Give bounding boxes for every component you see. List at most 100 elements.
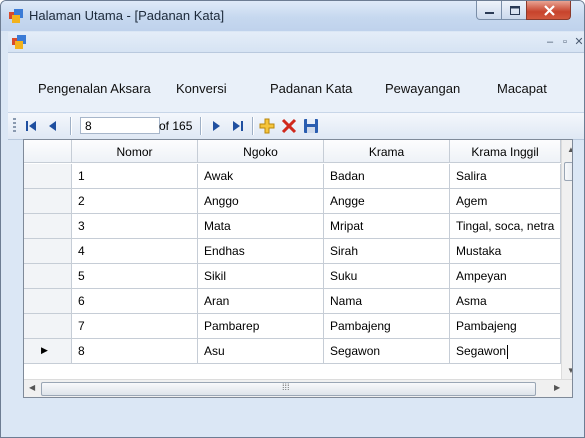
cell-krama-inggil[interactable]: Agem — [450, 189, 561, 214]
cell-krama-inggil[interactable]: Mustaka — [450, 239, 561, 264]
toolbar-separator — [252, 117, 253, 135]
cell-krama-inggil[interactable]: Ampeyan — [450, 264, 561, 289]
menu-macapat[interactable]: Macapat — [497, 81, 547, 96]
menu-pengenalan-aksara[interactable]: Pengenalan Aksara — [38, 81, 151, 96]
cell-ngoko[interactable]: Endhas — [198, 239, 324, 264]
cell-krama[interactable]: Segawon — [324, 339, 450, 364]
child-form-icon — [12, 35, 26, 49]
cell-krama[interactable]: Suku — [324, 264, 450, 289]
cell-krama[interactable]: Nama — [324, 289, 450, 314]
horizontal-scrollbar[interactable]: ◀ ⁞⁞⁞ ▶ — [24, 379, 572, 397]
row-header[interactable] — [24, 239, 72, 264]
position-input[interactable] — [80, 117, 160, 134]
menu-pewayangan[interactable]: Pewayangan — [385, 81, 460, 96]
row-header[interactable] — [24, 189, 72, 214]
last-record-icon[interactable] — [229, 117, 247, 135]
cell-ngoko[interactable]: Mata — [198, 214, 324, 239]
cell-text: Asma — [456, 294, 487, 308]
cell-krama-inggil[interactable]: Salira — [450, 164, 561, 189]
cell-nomor[interactable]: 6 — [72, 289, 198, 314]
menu-padanan-kata[interactable]: Padanan Kata — [270, 81, 352, 96]
row-header-corner[interactable] — [24, 140, 72, 163]
table-row[interactable]: 2 Anggo Angge Agem — [24, 189, 561, 214]
column-header-ngoko[interactable]: Ngoko — [198, 140, 324, 163]
previous-record-icon[interactable] — [44, 117, 62, 135]
cell-nomor[interactable]: 1 — [72, 164, 198, 189]
scroll-up-icon[interactable]: ▲ — [567, 145, 572, 154]
add-record-icon[interactable] — [258, 117, 276, 135]
column-header-krama-inggil[interactable]: Krama Inggil — [450, 140, 561, 163]
row-header[interactable] — [24, 264, 72, 289]
title-bar[interactable]: Halaman Utama - [Padanan Kata] — [1, 1, 584, 31]
toolbar-grip[interactable] — [13, 118, 16, 134]
text-cursor — [507, 344, 509, 359]
cell-text: Mripat — [330, 219, 364, 233]
cell-text: 8 — [78, 344, 85, 358]
cell-krama-inggil[interactable]: Pambajeng — [450, 314, 561, 339]
menu-konversi[interactable]: Konversi — [176, 81, 227, 96]
cell-text: Pambajeng — [456, 319, 517, 333]
cell-nomor[interactable]: 3 — [72, 214, 198, 239]
cell-nomor[interactable]: 7 — [72, 314, 198, 339]
main-window: Halaman Utama - [Padanan Kata] – ▫ ✕ Pen… — [0, 0, 585, 438]
table-row[interactable]: 1 Awak Badan Salira — [24, 164, 561, 189]
row-header[interactable]: ▶ — [24, 339, 72, 364]
minimize-button[interactable] — [476, 1, 502, 20]
child-restore-icon[interactable]: ▫ — [558, 36, 572, 49]
toolbar-separator — [70, 117, 71, 135]
scroll-left-icon[interactable]: ◀ — [29, 383, 35, 392]
cell-ngoko[interactable]: Awak — [198, 164, 324, 189]
cell-ngoko[interactable]: Anggo — [198, 189, 324, 214]
cell-krama-inggil[interactable]: Tingal, soca, netra — [450, 214, 561, 239]
table-row[interactable]: 4 Endhas Sirah Mustaka — [24, 239, 561, 264]
table-row[interactable]: ▶ 8 Asu Segawon Segawon — [24, 339, 561, 364]
delete-record-icon[interactable] — [280, 117, 298, 135]
child-minimize-icon[interactable]: – — [543, 36, 557, 49]
scroll-down-icon[interactable]: ▼ — [567, 366, 572, 375]
cell-nomor[interactable]: 8 — [72, 339, 198, 364]
column-header-nomor[interactable]: Nomor — [72, 140, 198, 163]
first-record-icon[interactable] — [22, 117, 40, 135]
cell-krama[interactable]: Sirah — [324, 239, 450, 264]
cell-ngoko[interactable]: Sikil — [198, 264, 324, 289]
column-header-krama[interactable]: Krama — [324, 140, 450, 163]
vertical-scrollbar[interactable]: ▲ ▼ — [561, 140, 572, 380]
row-header[interactable] — [24, 164, 72, 189]
scroll-right-icon[interactable]: ▶ — [554, 383, 560, 392]
vertical-scroll-thumb[interactable] — [564, 162, 572, 181]
child-close-icon[interactable]: ✕ — [572, 36, 584, 49]
cell-nomor[interactable]: 4 — [72, 239, 198, 264]
next-record-icon[interactable] — [207, 117, 225, 135]
maximize-button[interactable] — [501, 1, 527, 20]
binding-navigator: of 165 — [8, 112, 584, 140]
cell-text: Agem — [456, 194, 488, 208]
cell-text: 3 — [78, 219, 85, 233]
cell-ngoko[interactable]: Aran — [198, 289, 324, 314]
cell-nomor[interactable]: 5 — [72, 264, 198, 289]
data-grid[interactable]: Nomor Ngoko Krama Krama Inggil 1 Awak Bada… — [23, 139, 573, 398]
cell-text: Sikil — [204, 269, 227, 283]
cell-krama[interactable]: Mripat — [324, 214, 450, 239]
horizontal-scroll-thumb[interactable]: ⁞⁞⁞ — [41, 382, 536, 396]
table-row[interactable]: 6 Aran Nama Asma — [24, 289, 561, 314]
row-header[interactable] — [24, 214, 72, 239]
save-icon[interactable] — [302, 117, 320, 135]
cell-krama[interactable]: Pambajeng — [324, 314, 450, 339]
cell-ngoko[interactable]: Asu — [198, 339, 324, 364]
cell-text: Sirah — [330, 244, 359, 258]
current-row-indicator-icon: ▶ — [41, 345, 48, 355]
cell-text: Mustaka — [456, 244, 502, 258]
table-row[interactable]: 5 Sikil Suku Ampeyan — [24, 264, 561, 289]
table-row[interactable]: 3 Mata Mripat Tingal, soca, netra — [24, 214, 561, 239]
cell-krama[interactable]: Angge — [324, 189, 450, 214]
row-header[interactable] — [24, 289, 72, 314]
cell-krama-inggil[interactable]: Segawon — [450, 339, 561, 364]
cell-ngoko[interactable]: Pambarep — [198, 314, 324, 339]
row-header[interactable] — [24, 314, 72, 339]
cell-nomor[interactable]: 2 — [72, 189, 198, 214]
table-row[interactable]: 7 Pambarep Pambajeng Pambajeng — [24, 314, 561, 339]
cell-krama[interactable]: Badan — [324, 164, 450, 189]
cell-krama-inggil[interactable]: Asma — [450, 289, 561, 314]
cell-text: 1 — [78, 169, 85, 183]
close-button[interactable] — [526, 1, 571, 20]
